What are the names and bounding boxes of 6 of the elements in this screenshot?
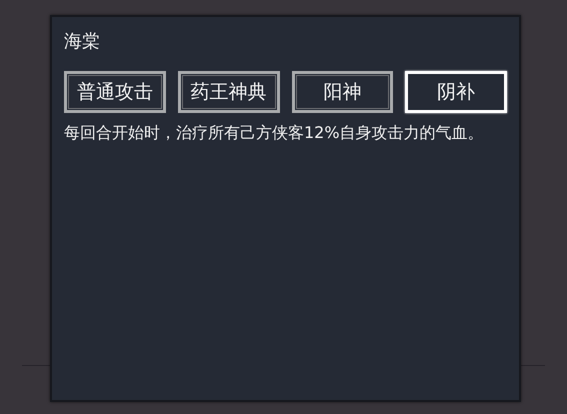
skill-description: 每回合开始时，治疗所有己方侠客12%自身攻击力的气血。 — [64, 122, 485, 143]
skill-tab[interactable]: 阴补 — [405, 71, 507, 113]
skill-tab[interactable]: 药王神典 — [178, 71, 280, 113]
skill-tab[interactable]: 阳神 — [292, 71, 394, 113]
dialog-title: 海棠 — [64, 30, 101, 54]
skill-tab[interactable]: 普通攻击 — [64, 71, 166, 113]
